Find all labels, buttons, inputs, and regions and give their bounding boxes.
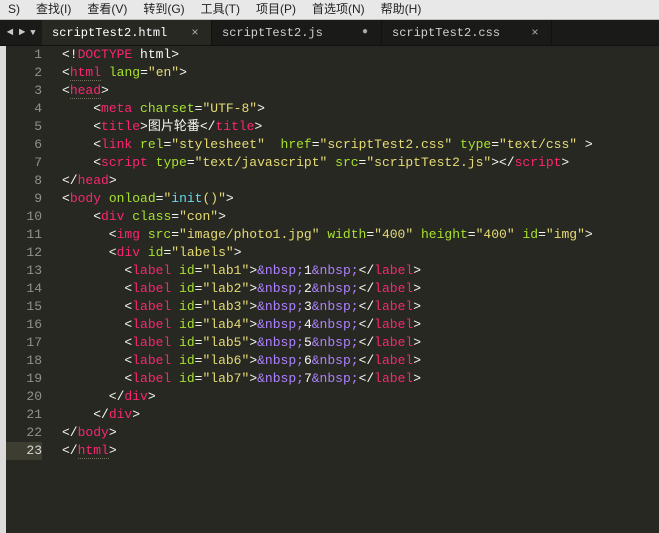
line-number: 10 [6, 208, 42, 226]
line-number: 19 [6, 370, 42, 388]
tab-nav: ◄ ► ▼ [0, 20, 42, 45]
line-number: 8 [6, 172, 42, 190]
menu-item[interactable]: 工具(T) [193, 0, 248, 19]
line-number: 13 [6, 262, 42, 280]
code-line: <label id="lab5">&nbsp;5&nbsp;</label> [62, 334, 659, 352]
code-line: <div id="labels"> [62, 244, 659, 262]
line-number: 2 [6, 64, 42, 82]
line-number: 7 [6, 154, 42, 172]
code-area[interactable]: <!DOCTYPE html> <html lang="en"> <head> … [54, 46, 659, 533]
line-number: 4 [6, 100, 42, 118]
menu-item[interactable]: S) [0, 0, 28, 19]
close-icon[interactable]: × [189, 26, 201, 40]
editor: 1 2 3 4 5 6 7 8 9 10 11 12 13 14 15 16 1… [0, 46, 659, 533]
line-number: 16 [6, 316, 42, 334]
code-line: </html> [62, 442, 659, 460]
menu-item[interactable]: 首选项(N) [304, 0, 373, 19]
menu-item[interactable]: 转到(G) [135, 0, 192, 19]
line-number: 23 [6, 442, 42, 460]
line-number: 12 [6, 244, 42, 262]
code-line: <script type="text/javascript" src="scri… [62, 154, 659, 172]
line-number: 1 [6, 46, 42, 64]
tab-bar: scriptTest2.html × scriptTest2.js ● scri… [42, 20, 659, 45]
history-back-icon[interactable]: ◄ [4, 27, 16, 39]
line-number: 21 [6, 406, 42, 424]
line-number: 20 [6, 388, 42, 406]
tab-label: scriptTest2.css [392, 26, 500, 40]
tab-label: scriptTest2.js [222, 26, 323, 40]
history-dropdown-icon[interactable]: ▼ [28, 28, 38, 38]
menu-bar: S) 查找(I) 查看(V) 转到(G) 工具(T) 项目(P) 首选项(N) … [0, 0, 659, 20]
code-line: </head> [62, 172, 659, 190]
line-number: 6 [6, 136, 42, 154]
line-number: 22 [6, 424, 42, 442]
code-line: <label id="lab1">&nbsp;1&nbsp;</label> [62, 262, 659, 280]
line-number-gutter: 1 2 3 4 5 6 7 8 9 10 11 12 13 14 15 16 1… [6, 46, 54, 533]
code-line: <label id="lab3">&nbsp;3&nbsp;</label> [62, 298, 659, 316]
code-line: </body> [62, 424, 659, 442]
tab-row: ◄ ► ▼ scriptTest2.html × scriptTest2.js … [0, 20, 659, 46]
line-number: 11 [6, 226, 42, 244]
menu-item[interactable]: 查找(I) [28, 0, 79, 19]
dirty-dot-icon: ● [359, 27, 371, 38]
code-line: <title>图片轮番</title> [62, 118, 659, 136]
tab-scripttest2-css[interactable]: scriptTest2.css × [382, 20, 552, 45]
tab-label: scriptTest2.html [52, 26, 167, 40]
tab-scripttest2-js[interactable]: scriptTest2.js ● [212, 20, 382, 45]
code-line: <label id="lab4">&nbsp;4&nbsp;</label> [62, 316, 659, 334]
line-number: 14 [6, 280, 42, 298]
code-line: <meta charset="UTF-8"> [62, 100, 659, 118]
code-line: <img src="image/photo1.jpg" width="400" … [62, 226, 659, 244]
code-line: <label id="lab7">&nbsp;7&nbsp;</label> [62, 370, 659, 388]
code-line: <label id="lab6">&nbsp;6&nbsp;</label> [62, 352, 659, 370]
code-line: <html lang="en"> [62, 64, 659, 82]
code-line: </div> [62, 388, 659, 406]
code-line: <!DOCTYPE html> [62, 46, 659, 64]
line-number: 5 [6, 118, 42, 136]
menu-item[interactable]: 查看(V) [79, 0, 135, 19]
line-number: 9 [6, 190, 42, 208]
menu-item[interactable]: 项目(P) [248, 0, 304, 19]
code-line: <head> [62, 82, 659, 100]
code-line: <link rel="stylesheet" href="scriptTest2… [62, 136, 659, 154]
line-number: 3 [6, 82, 42, 100]
tab-scripttest2-html[interactable]: scriptTest2.html × [42, 20, 212, 45]
code-line: </div> [62, 406, 659, 424]
menu-item[interactable]: 帮助(H) [373, 0, 430, 19]
line-number: 17 [6, 334, 42, 352]
history-forward-icon[interactable]: ► [16, 27, 28, 39]
code-line: <div class="con"> [62, 208, 659, 226]
line-number: 18 [6, 352, 42, 370]
code-line: <label id="lab2">&nbsp;2&nbsp;</label> [62, 280, 659, 298]
code-line: <body onload="init()"> [62, 190, 659, 208]
close-icon[interactable]: × [529, 26, 541, 40]
line-number: 15 [6, 298, 42, 316]
